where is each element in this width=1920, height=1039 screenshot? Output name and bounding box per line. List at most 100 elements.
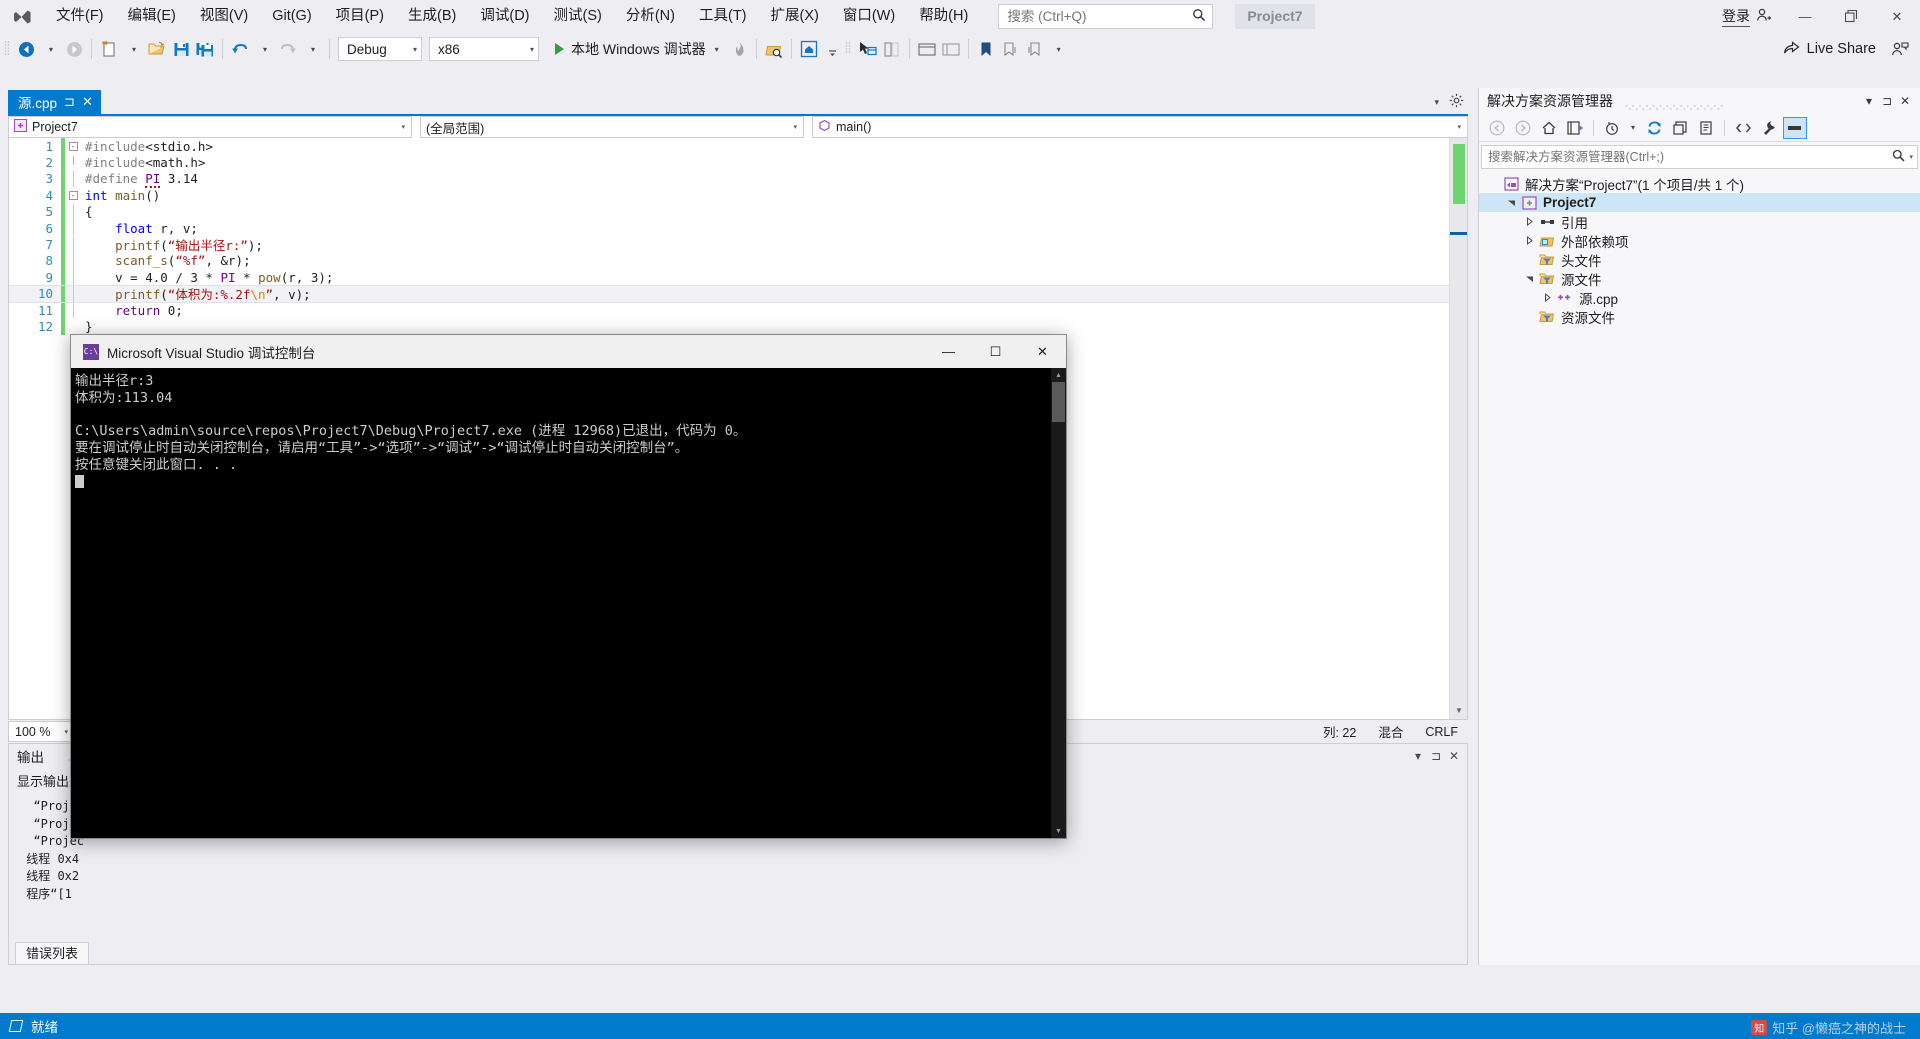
twisty-collapsed-icon[interactable]: [1539, 293, 1555, 302]
solution-explorer-pin-icon[interactable]: ⊐: [1878, 94, 1896, 108]
solution-explorer-dropdown-icon[interactable]: ▾: [1860, 94, 1878, 108]
toolbox-pointer-icon[interactable]: [855, 37, 880, 61]
menu-build[interactable]: 生成(B): [396, 0, 468, 33]
console-minimize-button[interactable]: —: [925, 335, 972, 368]
tree-node[interactable]: 外部依赖项: [1479, 231, 1920, 250]
solution-configuration-combo[interactable]: Debug ▾: [338, 37, 422, 61]
navigate-forward-button[interactable]: [62, 37, 86, 61]
previous-bookmark-icon[interactable]: [1022, 37, 1046, 61]
toolbar-grip[interactable]: [4, 39, 14, 59]
twisty-collapsed-icon[interactable]: [1521, 217, 1537, 226]
home-icon[interactable]: [1537, 117, 1561, 139]
navbar-scope-combo[interactable]: (全局范围) ▾: [420, 116, 804, 138]
project-chip[interactable]: Project7: [1235, 4, 1315, 29]
undo-button[interactable]: [228, 37, 252, 61]
code-line[interactable]: 12}: [9, 318, 1449, 335]
navbar-project-combo[interactable]: Project7 ▾: [8, 116, 412, 138]
forward-icon[interactable]: [1511, 117, 1535, 139]
menu-extensions[interactable]: 扩展(X): [759, 0, 831, 33]
fold-toggle-icon[interactable]: -: [65, 141, 81, 151]
menu-debug[interactable]: 调试(D): [468, 0, 541, 33]
code-line[interactable]: 9 v = 4.0 / 3 * PI * pow(r, 3);: [9, 269, 1449, 286]
output-panel-dropdown-icon[interactable]: ▾: [1409, 749, 1427, 763]
twisty-collapsed-icon[interactable]: [1521, 236, 1537, 245]
console-maximize-button[interactable]: ☐: [972, 335, 1019, 368]
code-line[interactable]: 11 return 0;: [9, 301, 1449, 319]
home-window-icon[interactable]: [797, 37, 821, 61]
pending-changes-icon[interactable]: [1600, 117, 1624, 139]
toolbar-overflow-button[interactable]: ▾: [1046, 37, 1070, 61]
navigate-backward-button[interactable]: [14, 37, 38, 61]
editor-settings-icon[interactable]: [1449, 93, 1464, 111]
tree-node[interactable]: 引用: [1479, 212, 1920, 231]
code-line[interactable]: 5{: [9, 203, 1449, 220]
solution-platform-combo[interactable]: x86 ▾: [429, 37, 539, 61]
global-search-box[interactable]: [998, 4, 1214, 29]
console-scrollbar-thumb[interactable]: [1052, 382, 1065, 422]
collapse-all-icon[interactable]: [1668, 117, 1692, 139]
new-item-dropdown[interactable]: ▾: [121, 37, 145, 61]
new-item-button[interactable]: [97, 37, 121, 61]
menu-analyze[interactable]: 分析(N): [614, 0, 687, 33]
solution-explorer-close-icon[interactable]: ✕: [1896, 94, 1914, 108]
menu-file[interactable]: 文件(F): [44, 0, 116, 33]
properties-icon[interactable]: [1757, 117, 1781, 139]
console-scroll-up-icon[interactable]: ▲: [1051, 368, 1066, 382]
tree-node[interactable]: 解决方案“Project7”(1 个项目/共 1 个): [1479, 174, 1920, 193]
window-restore-button[interactable]: [1828, 0, 1874, 33]
document-tab-source-cpp[interactable]: 源.cpp ⊐ ✕: [8, 90, 101, 114]
scroll-down-arrow-icon[interactable]: ▼: [1450, 702, 1467, 719]
tree-node[interactable]: 头文件: [1479, 250, 1920, 269]
search-in-files-icon[interactable]: [762, 37, 786, 61]
editor-vertical-scrollbar[interactable]: ▲ ▼: [1449, 138, 1467, 719]
code-line[interactable]: 6 float r, v;: [9, 219, 1449, 237]
view-code-icon[interactable]: [1731, 117, 1755, 139]
test-explorer-icon[interactable]: [939, 37, 963, 61]
sign-in-button[interactable]: 登录: [1712, 6, 1782, 27]
menu-help[interactable]: 帮助(H): [907, 0, 980, 33]
code-line[interactable]: 3 #define PI 3.14: [9, 170, 1449, 189]
toolwindow-dropdown-icon[interactable]: [821, 37, 845, 61]
start-debugging-button[interactable]: 本地 Windows 调试器 ▾: [547, 36, 727, 62]
tree-node[interactable]: 资源文件: [1479, 307, 1920, 326]
console-scrollbar[interactable]: ▲ ▼: [1051, 368, 1066, 838]
line-ending-indicator[interactable]: CRLF: [1425, 725, 1458, 739]
navigate-backward-dropdown[interactable]: ▾: [38, 37, 62, 61]
live-share-user-icon[interactable]: [1888, 37, 1912, 61]
menu-project[interactable]: 项目(P): [324, 0, 396, 33]
console-close-button[interactable]: ✕: [1019, 335, 1066, 368]
code-line[interactable]: 8 scanf_s(“%f”, &r);: [9, 252, 1449, 270]
refresh-icon[interactable]: [1642, 117, 1666, 139]
fold-toggle-icon[interactable]: -: [65, 190, 81, 200]
redo-dropdown[interactable]: ▾: [300, 37, 324, 61]
code-line[interactable]: 7 printf(“输出半径r:”);: [9, 236, 1449, 253]
undo-dropdown[interactable]: ▾: [252, 37, 276, 61]
hot-reload-icon[interactable]: [727, 37, 751, 61]
properties-window-icon[interactable]: [880, 37, 904, 61]
redo-button[interactable]: [276, 37, 300, 61]
tab-list-dropdown-icon[interactable]: ▾: [1434, 97, 1439, 108]
menu-window[interactable]: 窗口(W): [831, 0, 907, 33]
solution-explorer-search[interactable]: ▾: [1481, 145, 1918, 169]
menu-tools[interactable]: 工具(T): [687, 0, 759, 33]
output-panel-close-icon[interactable]: ✕: [1445, 749, 1463, 763]
open-file-button[interactable]: [145, 37, 169, 61]
close-icon[interactable]: ✕: [82, 94, 93, 110]
menu-edit[interactable]: 编辑(E): [116, 0, 188, 33]
twisty-expanded-icon[interactable]: [1503, 198, 1519, 207]
menu-test[interactable]: 测试(S): [542, 0, 614, 33]
code-line[interactable]: 10 printf(“体积为:%.2f\n”, v);: [9, 284, 1450, 303]
twisty-expanded-icon[interactable]: [1521, 274, 1537, 283]
insert-mode-indicator[interactable]: 混合: [1378, 722, 1403, 741]
tab-error-list[interactable]: 错误列表: [15, 942, 90, 964]
code-line[interactable]: 4 - int main(): [9, 187, 1449, 204]
pending-changes-dropdown-icon[interactable]: ▾: [1626, 117, 1640, 139]
bookmark-icon[interactable]: [974, 37, 998, 61]
search-options-chevron-icon[interactable]: ▾: [1905, 153, 1913, 161]
code-line[interactable]: 1 - #include<stdio.h>: [9, 138, 1449, 155]
navbar-member-combo[interactable]: main() ▾: [812, 116, 1468, 138]
back-icon[interactable]: [1485, 117, 1509, 139]
solution-explorer-search-input[interactable]: [1488, 150, 1893, 164]
window-close-button[interactable]: ✕: [1874, 0, 1920, 33]
solution-explorer-drag-handle[interactable]: [1623, 98, 1850, 110]
